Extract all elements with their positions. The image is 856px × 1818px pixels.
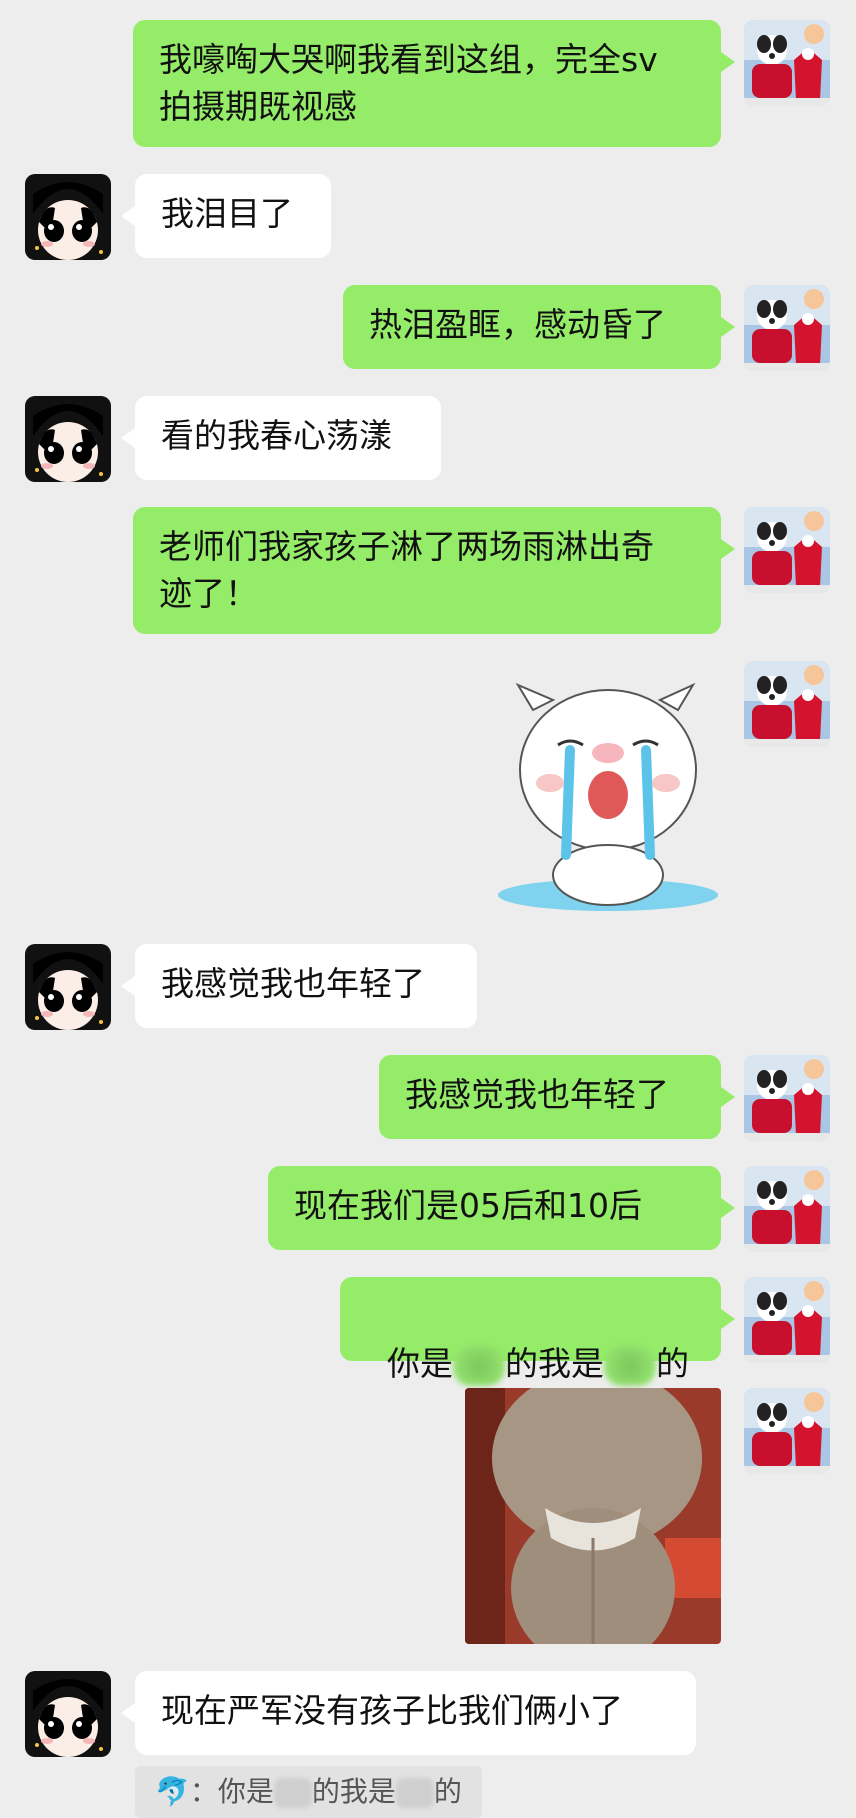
message-text-part: 的我是 — [504, 1344, 604, 1383]
message-text-part: 的 — [655, 1344, 689, 1383]
contact-avatar[interactable] — [25, 1671, 111, 1757]
my-avatar[interactable] — [744, 1166, 830, 1252]
my-avatar[interactable] — [744, 661, 830, 747]
dog-avatar-icon — [744, 1388, 830, 1474]
incoming-message-bubble[interactable]: 我感觉我也年轻了 — [121, 944, 477, 1028]
outgoing-message-bubble[interactable]: 老师们我家孩子淋了两场雨淋出奇 迹了！ — [133, 507, 735, 634]
incoming-message-bubble[interactable]: 现在严军没有孩子比我们俩小了 — [121, 1671, 696, 1755]
dog-avatar-icon — [744, 285, 830, 371]
my-avatar[interactable] — [744, 1388, 830, 1474]
outgoing-message-bubble[interactable]: 热泪盈眶，感动昏了 — [343, 285, 735, 369]
incoming-message-bubble[interactable]: 看的我春心荡漾 — [121, 396, 441, 480]
dog-avatar-icon — [744, 20, 830, 106]
incoming-message-bubble[interactable]: 我泪目了 — [121, 174, 331, 258]
quote-prefix: ： — [189, 1775, 218, 1808]
contact-avatar[interactable] — [25, 944, 111, 1030]
dog-avatar-icon — [744, 1055, 830, 1141]
quoted-message[interactable]: 🐬：你是 的我是 的 — [135, 1766, 482, 1818]
girl-avatar-icon — [25, 1671, 111, 1757]
plush-toy-photo[interactable] — [465, 1388, 721, 1644]
my-avatar[interactable] — [744, 20, 830, 106]
dolphin-icon: 🐬 — [155, 1775, 190, 1808]
dog-avatar-icon — [744, 1166, 830, 1252]
outgoing-message-bubble[interactable]: 现在我们是05后和10后 — [268, 1166, 735, 1250]
my-avatar[interactable] — [744, 1277, 830, 1363]
redacted-blur — [452, 1345, 505, 1386]
quote-text-part: 的 — [433, 1775, 462, 1808]
girl-avatar-icon — [25, 396, 111, 482]
outgoing-message-bubble[interactable]: 我感觉我也年轻了 — [379, 1055, 735, 1139]
my-avatar[interactable] — [744, 1055, 830, 1141]
my-avatar[interactable] — [744, 285, 830, 371]
plush-toy-image — [465, 1388, 721, 1644]
crying-pig-icon — [498, 682, 718, 911]
quote-text-part: 你是 — [217, 1775, 274, 1808]
outgoing-message-bubble[interactable]: 我嚎啕大哭啊我看到这组，完全sv 拍摄期既视感 — [133, 20, 735, 147]
redacted-blur — [273, 1778, 312, 1808]
my-avatar[interactable] — [744, 507, 830, 593]
redacted-blur — [395, 1778, 434, 1808]
girl-avatar-icon — [25, 944, 111, 1030]
message-text-part: 你是 — [386, 1344, 453, 1383]
dog-avatar-icon — [744, 507, 830, 593]
quote-text-part: 的我是 — [311, 1775, 396, 1808]
contact-avatar[interactable] — [25, 174, 111, 260]
contact-avatar[interactable] — [25, 396, 111, 482]
dog-avatar-icon — [744, 661, 830, 747]
outgoing-message-bubble[interactable]: 你是 的我是 的 — [340, 1277, 735, 1386]
dog-avatar-icon — [744, 1277, 830, 1363]
redacted-blur — [603, 1345, 656, 1386]
crying-pig-sticker[interactable] — [488, 665, 728, 915]
girl-avatar-icon — [25, 174, 111, 260]
